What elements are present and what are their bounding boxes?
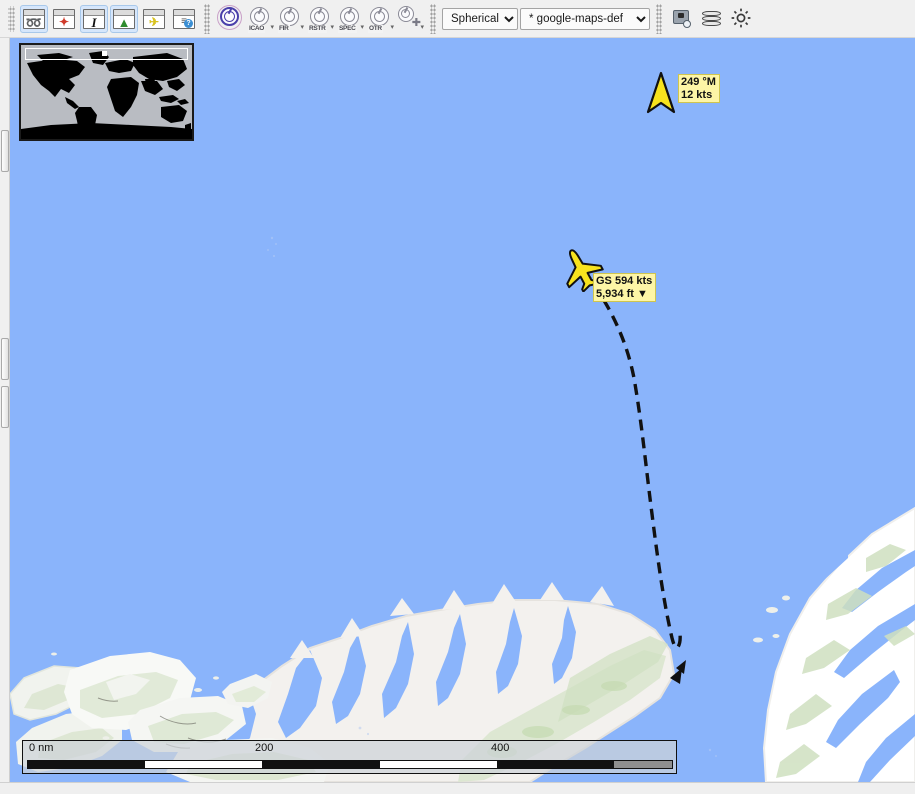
airspace-all-button[interactable] — [216, 4, 244, 33]
airspace-otr-button[interactable]: OTR ▾ — [366, 5, 394, 33]
scale-bar-track — [27, 760, 673, 769]
map-terrain — [10, 38, 915, 782]
information-icon: I — [83, 8, 105, 29]
chevron-down-icon: ▾ — [360, 23, 364, 31]
chevron-down-icon: ▾ — [420, 23, 424, 31]
chevron-down-icon: ▾ — [390, 23, 394, 31]
information-button[interactable]: I — [80, 4, 108, 33]
left-dock-splitter[interactable] — [0, 38, 10, 782]
wind-indicator[interactable] — [640, 70, 682, 123]
splitter-handle-upper[interactable] — [1, 130, 9, 172]
database-button[interactable] — [698, 5, 726, 33]
route-wizard-button[interactable]: ✦ — [50, 5, 78, 33]
map-scale-bar: 0 nm 200 400 — [22, 740, 677, 774]
aircraft-icon: ✈ — [143, 8, 165, 29]
airspace-spec-icon: SPEC ▾ — [337, 6, 364, 33]
options-button[interactable] — [728, 5, 756, 33]
scale-tick-200: 200 — [255, 742, 274, 754]
toolbar-grip-windows[interactable] — [8, 5, 15, 32]
projection-select[interactable]: SphericalMercator — [442, 7, 518, 30]
map-container[interactable]: 249 °M 12 kts GS 594 kts 5,934 ft ▼ 0 nm… — [0, 38, 915, 782]
aircraft-label: GS 594 kts 5,934 ft ▼ — [593, 273, 657, 302]
toolbar-separator-2 — [430, 3, 436, 34]
toolbar-separator-3 — [656, 3, 662, 34]
map-canvas[interactable]: 249 °M 12 kts GS 594 kts 5,934 ft ▼ 0 nm… — [10, 38, 915, 782]
chevron-down-icon: ▾ — [330, 23, 334, 31]
legend-icon: ≡ ? — [173, 8, 195, 29]
aircraft-groundspeed-text: GS 594 kts — [596, 275, 653, 287]
world-overview-inset[interactable] — [19, 43, 194, 141]
scale-tick-400: 400 — [491, 742, 510, 754]
airspace-all-icon — [217, 4, 243, 32]
airspace-rstr-button[interactable]: RSTR ▾ — [306, 5, 334, 33]
airspace-otr-icon: OTR ▾ — [367, 6, 394, 33]
airspace-button-group: ICAO ▾ FIR ▾ RSTR ▾ SPEC ▾ OTR ▾ ✚ ▾ — [215, 2, 425, 36]
splitter-handle-lower[interactable] — [1, 386, 9, 428]
map-details-icon — [669, 6, 695, 32]
legend-button[interactable]: ≡ ? — [170, 5, 198, 33]
toolbar-separator-1 — [204, 3, 210, 34]
airspace-icao-button[interactable]: ICAO ▾ — [246, 5, 274, 33]
chevron-down-icon: ▾ — [270, 23, 274, 31]
database-icon — [699, 6, 725, 32]
airspace-fir-icon: FIR ▾ — [277, 6, 304, 33]
airway-button[interactable]: ✚ ▾ — [396, 5, 424, 33]
theme-select[interactable]: * google-maps-defOpenStreetMapOpenTopoMa… — [520, 7, 650, 30]
window-button-group: ➿ ✦ I ▲ ✈ ≡ ? — [19, 2, 199, 36]
status-bar — [0, 782, 915, 794]
airspace-spec-button[interactable]: SPEC ▾ — [336, 5, 364, 33]
overview-current-position — [102, 51, 107, 56]
airspace-rstr-icon: RSTR ▾ — [307, 6, 334, 33]
wind-direction-text: 249 °M — [681, 76, 716, 88]
flight-plan-button[interactable]: ➿ — [20, 4, 48, 33]
wind-speed-text: 12 kts — [681, 88, 713, 101]
wind-label: 249 °M 12 kts — [678, 74, 720, 103]
flight-plan-icon: ➿ — [23, 8, 45, 29]
wind-arrow-icon — [646, 71, 676, 114]
airspace-icao-icon: ICAO ▾ — [247, 6, 274, 33]
main-toolbar: ➿ ✦ I ▲ ✈ ≡ ? — [0, 0, 915, 38]
chevron-down-icon: ▾ — [300, 23, 304, 31]
elevation-button[interactable]: ▲ — [110, 4, 138, 33]
right-button-group — [667, 2, 757, 36]
map-details-button[interactable] — [668, 5, 696, 33]
elevation-icon: ▲ — [113, 8, 135, 29]
splitter-handle-mid[interactable] — [1, 338, 9, 380]
scale-tick-0: 0 nm — [29, 742, 54, 754]
airspace-fir-button[interactable]: FIR ▾ — [276, 5, 304, 33]
airway-icon: ✚ ▾ — [397, 5, 424, 32]
aircraft-altitude-text: 5,934 ft ▼ — [596, 287, 648, 300]
aircraft-button[interactable]: ✈ — [140, 5, 168, 33]
scale-bar-labels: 0 nm 200 400 — [23, 741, 676, 758]
gear-icon — [729, 6, 755, 32]
route-wizard-icon: ✦ — [53, 8, 75, 29]
